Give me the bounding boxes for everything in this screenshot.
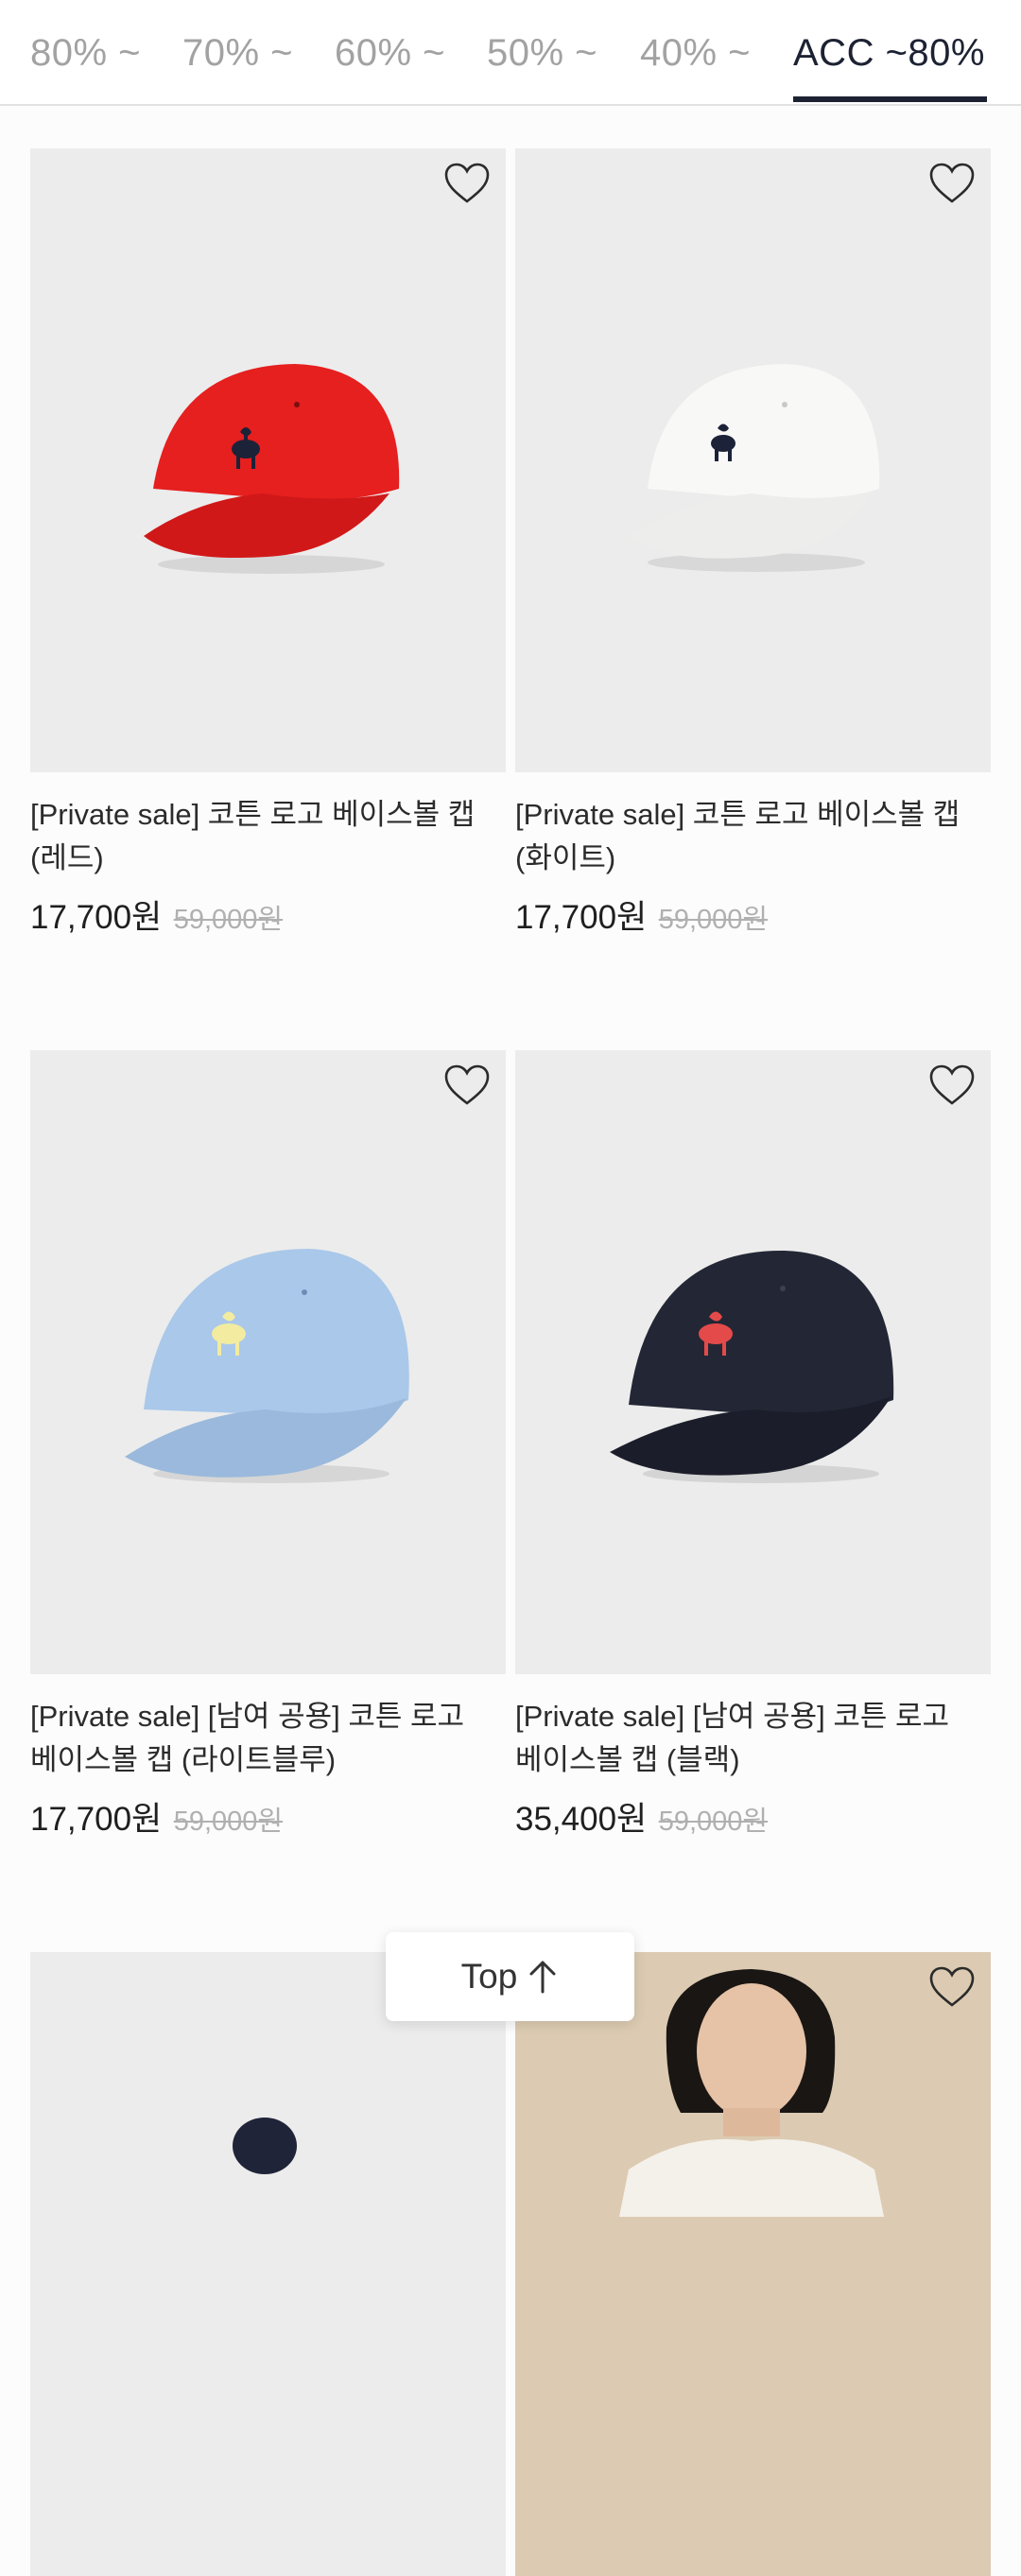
tab-50[interactable]: 50% ~ (487, 32, 597, 75)
active-tab-indicator (793, 96, 987, 102)
product-image[interactable] (515, 148, 991, 772)
sale-price: 17,700원 (515, 899, 648, 936)
sale-price: 35,400원 (515, 1801, 648, 1838)
product-name[interactable]: [Private sale] 코튼 로고 베이스볼 캡 (레드) (30, 793, 484, 880)
product-image[interactable] (515, 1050, 991, 1674)
product-price: 35,400원 59,000원 (515, 1792, 768, 1841)
product-image[interactable] (30, 1050, 506, 1674)
product-image[interactable] (30, 148, 506, 772)
sale-price: 17,700원 (30, 899, 163, 936)
wishlist-heart-icon[interactable] (443, 1063, 491, 1107)
product-name[interactable]: [Private sale] 코튼 로고 베이스볼 캡 (화이트) (515, 793, 969, 880)
wishlist-heart-icon[interactable] (928, 1063, 976, 1107)
product-price: 17,700원 59,000원 (30, 1792, 283, 1841)
scroll-to-top-button[interactable]: Top (386, 1932, 634, 2021)
tab-70[interactable]: 70% ~ (182, 32, 293, 75)
product-price: 17,700원 59,000원 (30, 890, 283, 939)
product-name[interactable]: [Private sale] [남여 공용] 코튼 로고 베이스볼 캡 (블랙) (515, 1695, 969, 1782)
wishlist-heart-icon[interactable] (928, 162, 976, 205)
product-name[interactable]: [Private sale] [남여 공용] 코튼 로고 베이스볼 캡 (라이트… (30, 1695, 484, 1782)
product-image[interactable] (515, 1952, 991, 2576)
product-image[interactable] (30, 1952, 506, 2576)
original-price: 59,000원 (658, 1807, 769, 1837)
tab-40[interactable]: 40% ~ (640, 32, 751, 75)
original-price: 59,000원 (173, 905, 284, 935)
top-button-label: Top (460, 1957, 518, 1996)
tab-60[interactable]: 60% ~ (335, 32, 445, 75)
tab-acc-80[interactable]: ACC ~80% (793, 32, 985, 75)
arrow-up-icon (529, 1961, 556, 1994)
wishlist-heart-icon[interactable] (443, 162, 491, 205)
tab-80[interactable]: 80% ~ (30, 32, 141, 75)
sale-price: 17,700원 (30, 1801, 163, 1838)
original-price: 59,000원 (658, 905, 769, 935)
product-price: 17,700원 59,000원 (515, 890, 768, 939)
original-price: 59,000원 (173, 1807, 284, 1837)
wishlist-heart-icon[interactable] (928, 1965, 976, 2009)
discount-tab-bar: 80% ~ 70% ~ 60% ~ 50% ~ 40% ~ ACC ~80% (0, 0, 1021, 106)
